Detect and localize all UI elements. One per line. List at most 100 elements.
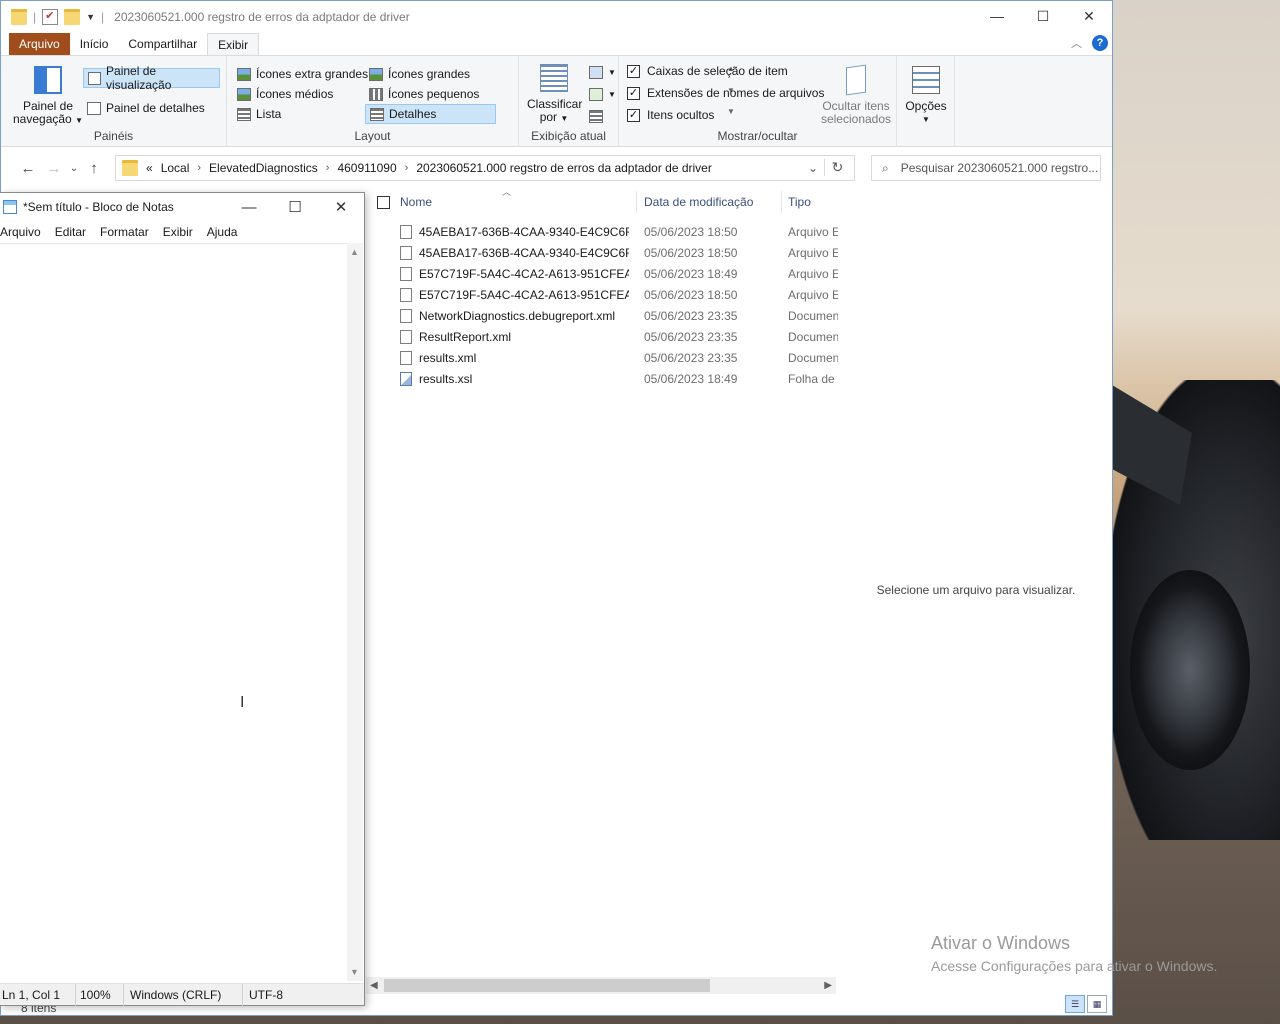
file-row[interactable]: NetworkDiagnostics.debugreport.xml 05/06/… xyxy=(366,305,838,326)
options-button[interactable]: Opções ▼ xyxy=(903,66,949,126)
maximize-button[interactable]: ☐ xyxy=(272,193,318,221)
navigation-pane-button[interactable]: Painel de navegação ▼ xyxy=(13,66,83,127)
file-date: 05/06/2023 18:50 xyxy=(644,224,738,239)
help-icon[interactable]: ? xyxy=(1092,35,1108,51)
item-checkboxes-checkbox[interactable]: ✓ xyxy=(627,64,640,78)
sort-by-button[interactable]: Classificar por ▼ xyxy=(527,64,582,125)
details-view-icon[interactable]: ☰ xyxy=(1065,995,1085,1013)
file-name[interactable]: E57C719F-5A4C-4CA2-A613-951CFEA... xyxy=(419,267,629,281)
menu-arquivo[interactable]: Arquivo xyxy=(0,225,48,239)
tab-inicio[interactable]: Início xyxy=(70,33,119,55)
file-date: 05/06/2023 23:35 xyxy=(644,350,738,365)
file-row[interactable]: results.xsl 05/06/2023 18:49 Folha de esti… xyxy=(366,368,838,389)
chevron-right-icon[interactable]: › xyxy=(197,162,201,174)
chevron-right-icon[interactable]: › xyxy=(405,162,409,174)
file-row[interactable]: results.xml 05/06/2023 23:35 Documento XML xyxy=(366,347,838,368)
file-row[interactable]: E57C719F-5A4C-4CA2-A613-951CFEA... 05/06/… xyxy=(366,284,838,305)
breadcrumb-item-local[interactable]: Local xyxy=(161,161,190,175)
layout-extra-large-icons[interactable]: Ícones extra grandes xyxy=(233,64,372,84)
maximize-button[interactable]: ☐ xyxy=(1020,1,1066,31)
scroll-left-icon[interactable]: ◀ xyxy=(370,980,378,991)
collapse-ribbon-icon[interactable]: ︿ xyxy=(1071,35,1082,51)
file-extensions-checkbox[interactable]: ✓ xyxy=(627,86,640,100)
add-columns-button[interactable]: ▼ xyxy=(585,84,620,104)
file-date: 05/06/2023 18:50 xyxy=(644,287,738,302)
scroll-down-icon[interactable]: ▼ xyxy=(350,967,359,977)
up-icon[interactable]: ↑ xyxy=(81,160,107,177)
breadcrumb-overflow[interactable]: « xyxy=(146,161,153,175)
menu-editar[interactable]: Editar xyxy=(55,225,93,239)
file-name[interactable]: E57C719F-5A4C-4CA2-A613-951CFEA... xyxy=(419,288,629,302)
group-panes: Painel de navegação ▼ Painel de visualiz… xyxy=(1,56,227,147)
search-input[interactable]: ⌕ Pesquisar 2023060521.000 regstro... xyxy=(871,155,1101,181)
file-row[interactable]: E57C719F-5A4C-4CA2-A613-951CFEA... 05/06/… xyxy=(366,263,838,284)
scrollbar-thumb[interactable] xyxy=(384,979,710,992)
file-row[interactable]: 45AEBA17-636B-4CAA-9340-E4C9C6F... 05/06/… xyxy=(366,242,838,263)
menu-ajuda[interactable]: Ajuda xyxy=(207,225,245,239)
group-by-icon xyxy=(589,65,603,79)
windows-activation-watermark: Ativar o Windows Acesse Configurações pa… xyxy=(931,933,1217,974)
layout-medium-icons[interactable]: Ícones médios xyxy=(233,84,337,104)
minimize-button[interactable]: — xyxy=(226,193,272,221)
group-by-button[interactable]: ▼ xyxy=(585,62,620,82)
file-name[interactable]: results.xml xyxy=(419,351,629,365)
file-name[interactable]: 45AEBA17-636B-4CAA-9340-E4C9C6F... xyxy=(419,246,629,260)
select-all-checkbox[interactable] xyxy=(377,196,390,209)
hidden-items-option[interactable]: ✓ Itens ocultos xyxy=(627,108,714,122)
minimize-button[interactable]: — xyxy=(974,1,1020,31)
column-headers: ︿ Nome Data de modificação Tipo xyxy=(366,187,838,217)
tab-arquivo[interactable]: Arquivo xyxy=(9,33,70,55)
group-label-current-view: Exibição atual xyxy=(531,129,606,143)
scroll-up-icon[interactable]: ▲ xyxy=(350,247,359,257)
chevron-down-icon[interactable]: ⌄ xyxy=(808,161,818,175)
dropdown-arrow-icon: ▼ xyxy=(922,115,930,124)
file-icon xyxy=(400,266,412,281)
file-row[interactable]: 45AEBA17-636B-4CAA-9340-E4C9C6F... 05/06/… xyxy=(366,221,838,242)
file-name[interactable]: ResultReport.xml xyxy=(419,330,629,344)
hide-selected-items-button[interactable]: Ocultar itens selecionados xyxy=(819,64,893,126)
file-name[interactable]: results.xsl xyxy=(419,372,629,386)
layout-small-icons[interactable]: Ícones pequenos xyxy=(365,84,483,104)
column-header-type[interactable]: Tipo xyxy=(788,195,811,209)
address-bar[interactable]: « Local › ElevatedDiagnostics › 46091109… xyxy=(115,155,855,181)
quick-access-dropdown-icon[interactable]: ▼ xyxy=(86,12,95,22)
breadcrumb-item-current-folder[interactable]: 2023060521.000 regstro de erros da adpta… xyxy=(416,161,712,175)
close-button[interactable]: ✕ xyxy=(1066,1,1112,31)
menu-formatar[interactable]: Formatar xyxy=(100,225,156,239)
column-header-date[interactable]: Data de modificação xyxy=(644,195,753,209)
notepad-text-area[interactable]: I xyxy=(0,243,347,981)
horizontal-scrollbar[interactable]: ◀ ▶ xyxy=(366,977,836,994)
column-header-name[interactable]: Nome xyxy=(400,195,432,209)
large-icons-view-icon[interactable]: ▦ xyxy=(1087,995,1107,1013)
folder-icon xyxy=(122,160,138,176)
layout-large-icons[interactable]: Ícones grandes xyxy=(365,64,474,84)
preview-pane-button[interactable]: Painel de visualização xyxy=(83,64,220,92)
item-checkboxes-option[interactable]: ✓ Caixas de seleção de item xyxy=(627,64,788,78)
file-name[interactable]: NetworkDiagnostics.debugreport.xml xyxy=(419,309,629,323)
file-row[interactable]: ResultReport.xml 05/06/2023 23:35 Document… xyxy=(366,326,838,347)
tab-exibir[interactable]: Exibir xyxy=(207,33,260,55)
recent-locations-icon[interactable]: ⌄ xyxy=(67,163,81,174)
file-list: ︿ Nome Data de modificação Tipo 45AEBA17… xyxy=(366,187,838,987)
breadcrumb-item-460911090[interactable]: 460911090 xyxy=(337,161,396,175)
chevron-right-icon[interactable]: › xyxy=(326,162,330,174)
back-icon[interactable]: ← xyxy=(15,160,41,177)
search-icon: ⌕ xyxy=(882,160,889,175)
file-extensions-option[interactable]: ✓ Extensões de nomes de arquivos xyxy=(627,86,824,100)
details-pane-button[interactable]: Painel de detalhes xyxy=(83,98,209,118)
menu-exibir[interactable]: Exibir xyxy=(163,225,200,239)
new-folder-icon[interactable] xyxy=(64,9,81,25)
layout-details[interactable]: Detalhes xyxy=(365,104,496,124)
scroll-right-icon[interactable]: ▶ xyxy=(824,980,832,991)
close-button[interactable]: ✕ xyxy=(318,193,364,221)
layout-list[interactable]: Lista xyxy=(233,104,285,124)
hidden-items-checkbox[interactable]: ✓ xyxy=(627,108,640,122)
breadcrumb-item-elevateddiagnostics[interactable]: ElevatedDiagnostics xyxy=(209,161,318,175)
notepad-vertical-scrollbar[interactable]: ▲ ▼ xyxy=(347,243,363,981)
size-columns-button[interactable] xyxy=(585,106,607,126)
forward-icon[interactable]: → xyxy=(41,160,67,177)
refresh-icon[interactable]: ↻ xyxy=(824,159,850,176)
tab-compartilhar[interactable]: Compartilhar xyxy=(118,33,207,55)
properties-icon[interactable] xyxy=(42,9,59,25)
file-name[interactable]: 45AEBA17-636B-4CAA-9340-E4C9C6F... xyxy=(419,225,629,239)
